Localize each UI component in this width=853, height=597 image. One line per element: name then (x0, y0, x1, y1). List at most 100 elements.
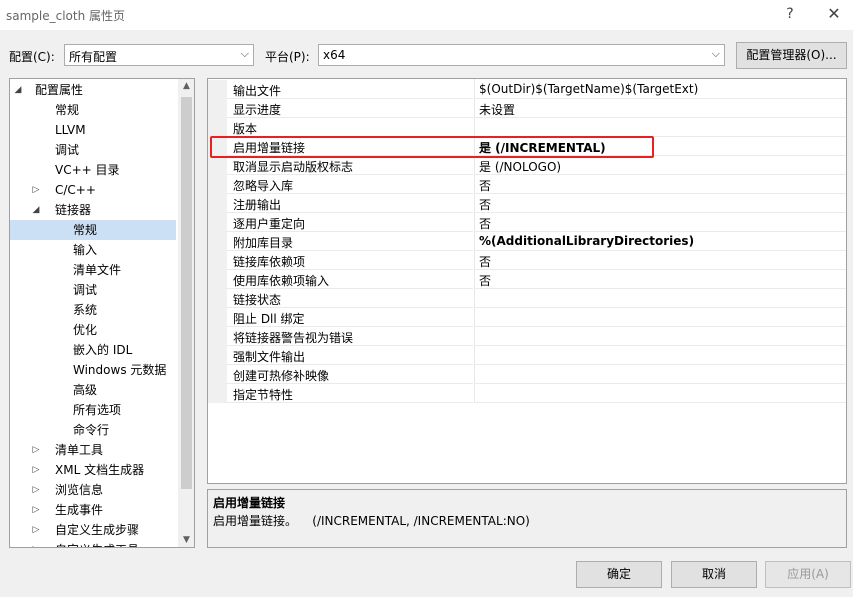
property-value[interactable]: 否 (479, 177, 491, 194)
property-row[interactable]: 链接库依赖项 否 (208, 251, 846, 270)
property-name: 输出文件 (233, 84, 282, 98)
property-row[interactable]: 忽略导入库 否 (208, 175, 846, 194)
property-tree[interactable]: ◢ 配置属性 常规 LLVM 调试 VC++ 目录 ▷ C/C++ ◢ 链接器 常规 输入 清单文件 调试… (9, 78, 195, 548)
scroll-thumb[interactable] (181, 97, 192, 489)
property-value[interactable]: %(AdditionalLibraryDirectories) (479, 234, 694, 248)
property-row[interactable]: 指定节特性 (208, 384, 846, 403)
collapsed-arrow-icon[interactable]: ▷ (30, 520, 42, 540)
tree-item-label: 配置属性 (35, 83, 84, 97)
tree-item[interactable]: 常规 (10, 220, 176, 240)
collapsed-arrow-icon[interactable]: ▷ (30, 480, 42, 500)
tree-item[interactable]: ▷ XML 文档生成器 (10, 460, 176, 480)
row-value-cell[interactable] (474, 327, 846, 346)
row-value-cell[interactable] (474, 270, 846, 289)
row-value-cell[interactable] (474, 118, 846, 137)
scroll-down-icon[interactable]: ▼ (178, 535, 194, 545)
collapsed-arrow-icon[interactable]: ▷ (30, 440, 42, 460)
row-gutter (208, 346, 227, 365)
close-icon[interactable]: ✕ (822, 3, 846, 25)
property-row[interactable]: 使用库依赖项输入 否 (208, 270, 846, 289)
tree-item[interactable]: ▷ 清单工具 (10, 440, 176, 460)
tree-item[interactable]: ▷ 生成事件 (10, 500, 176, 520)
collapsed-arrow-icon[interactable]: ▷ (30, 540, 42, 547)
description-pane: 启用增量链接 启用增量链接。 (/INCREMENTAL, /INCREMENT… (207, 489, 847, 548)
tree-item[interactable]: Windows 元数据 (10, 360, 176, 380)
row-value-cell[interactable] (474, 384, 846, 403)
tree-item[interactable]: ▷ 自定义生成步骤 (10, 520, 176, 540)
row-value-cell[interactable] (474, 346, 846, 365)
row-value-cell[interactable] (474, 99, 846, 118)
tree-item[interactable]: ◢ 配置属性 (10, 80, 176, 100)
tree-item-label: C/C++ (55, 183, 96, 197)
row-value-cell[interactable] (474, 308, 846, 327)
tree-item[interactable]: 优化 (10, 320, 176, 340)
collapsed-arrow-icon[interactable]: ▷ (30, 500, 42, 520)
tree-item[interactable]: 调试 (10, 280, 176, 300)
tree-item-label: Windows 元数据 (73, 363, 167, 377)
row-value-cell[interactable] (474, 194, 846, 213)
property-row[interactable]: 版本 (208, 118, 846, 137)
tree-item[interactable]: ▷ 自定义生成工具 (10, 540, 176, 547)
property-value[interactable]: 否 (479, 272, 491, 289)
row-value-cell[interactable] (474, 213, 846, 232)
row-gutter (208, 232, 227, 251)
property-name: 忽略导入库 (233, 179, 294, 193)
tree-item[interactable]: 常规 (10, 100, 176, 120)
tree-item[interactable]: ▷ 浏览信息 (10, 480, 176, 500)
property-value[interactable]: 未设置 (479, 101, 515, 118)
row-gutter (208, 194, 227, 213)
property-name: 将链接器警告视为错误 (233, 331, 354, 345)
property-value[interactable]: $(OutDir)$(TargetName)$(TargetExt) (479, 82, 698, 96)
tree-item[interactable]: 清单文件 (10, 260, 176, 280)
tree-scrollbar[interactable]: ▲ ▼ (178, 79, 194, 547)
tree-item[interactable]: 系统 (10, 300, 176, 320)
expanded-arrow-icon[interactable]: ◢ (12, 80, 24, 100)
property-value[interactable]: 否 (479, 215, 491, 232)
property-value[interactable]: 否 (479, 253, 491, 270)
expanded-arrow-icon[interactable]: ◢ (30, 200, 42, 220)
tree-item[interactable]: 嵌入的 IDL (10, 340, 176, 360)
tree-item[interactable]: 所有选项 (10, 400, 176, 420)
tree-item[interactable]: 命令行 (10, 420, 176, 440)
property-row[interactable]: 链接状态 (208, 289, 846, 308)
property-row[interactable]: 附加库目录 %(AdditionalLibraryDirectories) (208, 232, 846, 251)
scroll-up-icon[interactable]: ▲ (178, 81, 194, 91)
apply-button[interactable]: 应用(A) (765, 561, 851, 588)
ok-button[interactable]: 确定 (576, 561, 662, 588)
property-row[interactable]: 注册输出 否 (208, 194, 846, 213)
tree-item-label: LLVM (55, 123, 86, 137)
property-value[interactable]: 否 (479, 196, 491, 213)
collapsed-arrow-icon[interactable]: ▷ (30, 180, 42, 200)
row-gutter (208, 289, 227, 308)
property-row[interactable]: 阻止 Dll 绑定 (208, 308, 846, 327)
property-row[interactable]: 创建可热修补映像 (208, 365, 846, 384)
help-icon[interactable]: ? (778, 3, 802, 25)
property-row[interactable]: 将链接器警告视为错误 (208, 327, 846, 346)
property-row[interactable]: 强制文件输出 (208, 346, 846, 365)
row-value-cell[interactable] (474, 289, 846, 308)
property-row[interactable]: 显示进度 未设置 (208, 99, 846, 118)
property-name: 阻止 Dll 绑定 (233, 312, 305, 326)
tree-item[interactable]: ◢ 链接器 (10, 200, 176, 220)
property-value[interactable]: 是 (/NOLOGO) (479, 158, 561, 175)
tree-item[interactable]: ▷ C/C++ (10, 180, 176, 200)
cancel-button[interactable]: 取消 (671, 561, 757, 588)
row-value-cell[interactable] (474, 365, 846, 384)
config-manager-button[interactable]: 配置管理器(O)... (736, 42, 847, 69)
config-dropdown[interactable]: 所有配置 ⌵ (64, 44, 254, 66)
collapsed-arrow-icon[interactable]: ▷ (30, 460, 42, 480)
tree-item[interactable]: 高级 (10, 380, 176, 400)
property-row[interactable]: 逐用户重定向 否 (208, 213, 846, 232)
tree-item[interactable]: LLVM (10, 120, 176, 140)
row-value-cell[interactable] (474, 175, 846, 194)
row-value-cell[interactable] (474, 251, 846, 270)
platform-dropdown[interactable]: x64 ⌵ (318, 44, 725, 66)
column-separator[interactable] (474, 79, 475, 402)
tree-item-label: 嵌入的 IDL (73, 343, 133, 357)
row-gutter (208, 270, 227, 289)
property-row[interactable]: 输出文件 $(OutDir)$(TargetName)$(TargetExt) (208, 80, 846, 99)
tree-item[interactable]: 输入 (10, 240, 176, 260)
tree-item[interactable]: 调试 (10, 140, 176, 160)
tree-item[interactable]: VC++ 目录 (10, 160, 176, 180)
property-row[interactable]: 取消显示启动版权标志 是 (/NOLOGO) (208, 156, 846, 175)
